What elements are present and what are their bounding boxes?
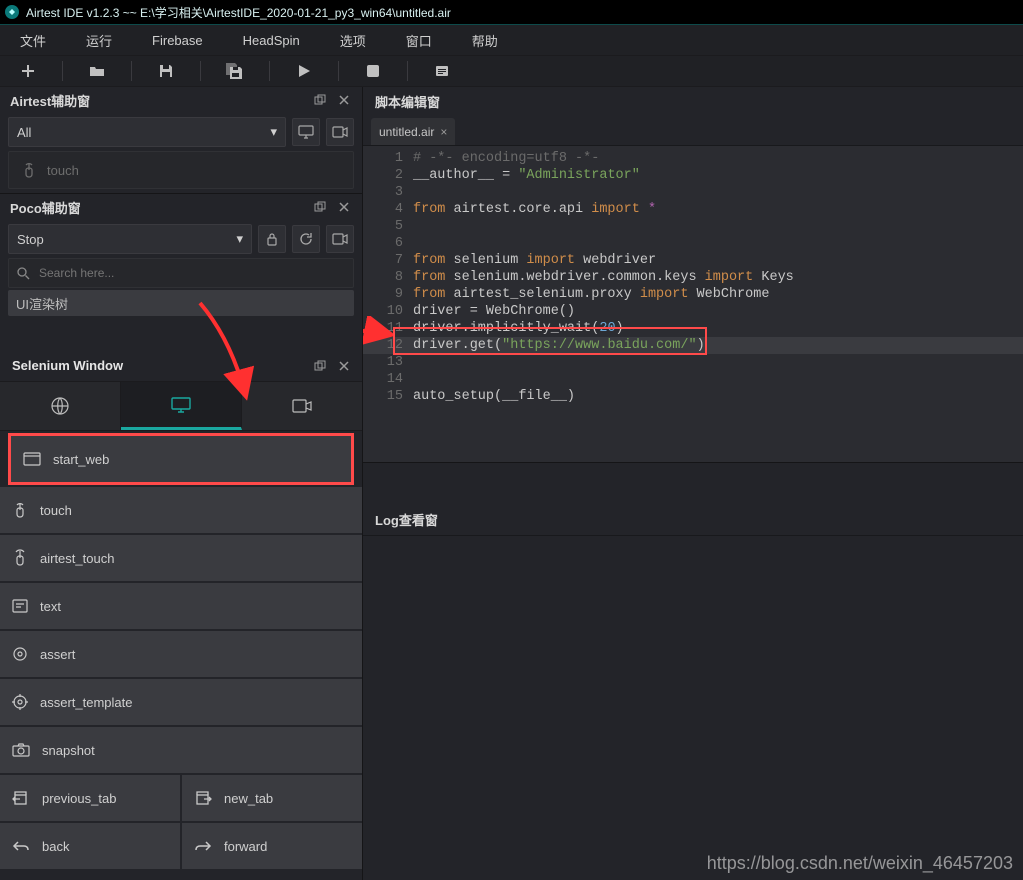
lock-button[interactable] [258, 225, 286, 253]
cmd-start-web[interactable]: start_web [11, 436, 351, 482]
text-icon [12, 599, 28, 613]
undock-icon[interactable] [312, 358, 328, 374]
airtest-touch-cmd[interactable]: touch [8, 151, 354, 189]
log-panel: Log查看窗 [363, 462, 1023, 880]
selenium-panel-header: Selenium Window [0, 348, 362, 379]
window-title: Airtest IDE v1.2.3 ~~ E:\学习相关\AirtestIDE… [26, 4, 451, 21]
prev-tab-icon [12, 791, 30, 805]
poco-search[interactable] [8, 258, 354, 288]
record-button[interactable] [326, 118, 354, 146]
close-icon[interactable] [336, 358, 352, 374]
poco-panel-header: Poco辅助窗 [0, 194, 362, 220]
menu-run[interactable]: 运行 [66, 25, 132, 55]
new-tab-icon [194, 791, 212, 805]
cmd-airtest-touch[interactable]: airtest_touch [0, 535, 362, 581]
menu-options[interactable]: 选项 [320, 25, 386, 55]
save-all-button[interactable] [207, 56, 263, 86]
camera-icon [12, 743, 30, 757]
target-icon [12, 694, 28, 710]
chevron-down-icon: ▾ [236, 231, 243, 247]
highlight-line-12 [393, 327, 707, 355]
touch-icon [12, 501, 28, 519]
stop-button[interactable] [345, 56, 401, 86]
browser-icon [23, 452, 41, 466]
target-icon [12, 646, 28, 662]
device-screen-button[interactable] [292, 118, 320, 146]
cmd-assert-template[interactable]: assert_template [0, 679, 362, 725]
menu-help[interactable]: 帮助 [452, 25, 518, 55]
cmd-new-tab[interactable]: new_tab [182, 775, 362, 821]
new-file-button[interactable] [0, 56, 56, 86]
editor-tabs: untitled.air × [363, 115, 1023, 146]
menu-window[interactable]: 窗口 [386, 25, 452, 55]
poco-ui-root[interactable]: UI渲染树 [8, 290, 354, 316]
poco-search-input[interactable] [37, 265, 353, 281]
tool-bar [0, 56, 1023, 87]
undock-icon[interactable] [312, 92, 328, 108]
close-icon[interactable] [336, 199, 352, 215]
poco-record-button[interactable] [326, 225, 354, 253]
window-title-bar: Airtest IDE v1.2.3 ~~ E:\学习相关\AirtestIDE… [0, 0, 1023, 25]
touch-icon [12, 549, 28, 567]
poco-mode-select[interactable]: Stop ▾ [8, 224, 252, 254]
menu-headspin[interactable]: HeadSpin [223, 25, 320, 55]
menu-file[interactable]: 文件 [0, 25, 66, 55]
monitor-icon [170, 396, 192, 414]
search-icon [9, 266, 37, 280]
cmd-previous-tab[interactable]: previous_tab [0, 775, 182, 821]
cmd-text[interactable]: text [0, 583, 362, 629]
touch-icon [21, 161, 37, 179]
airtest-panel-header: Airtest辅助窗 [0, 87, 362, 113]
refresh-button[interactable] [292, 225, 320, 253]
cmd-touch[interactable]: touch [0, 487, 362, 533]
camera-icon [291, 398, 313, 414]
cmd-snapshot[interactable]: snapshot [0, 727, 362, 773]
menu-firebase[interactable]: Firebase [132, 25, 223, 55]
airtest-filter-select[interactable]: All ▾ [8, 117, 286, 147]
forward-icon [194, 840, 212, 852]
undock-icon[interactable] [312, 199, 328, 215]
report-button[interactable] [414, 56, 470, 86]
app-icon [4, 4, 26, 20]
globe-icon [50, 396, 70, 416]
highlight-start-web: start_web [8, 433, 354, 485]
editor-tab[interactable]: untitled.air × [371, 118, 455, 145]
save-button[interactable] [138, 56, 194, 86]
code-editor[interactable]: 1# -*- encoding=utf8 -*- 2__author__ = "… [363, 146, 1023, 462]
cmd-back[interactable]: back [0, 823, 182, 869]
open-file-button[interactable] [69, 56, 125, 86]
selenium-tab-web[interactable] [0, 382, 121, 430]
cmd-forward[interactable]: forward [182, 823, 362, 869]
menu-bar: 文件 运行 Firebase HeadSpin 选项 窗口 帮助 [0, 25, 1023, 56]
watermark: https://blog.csdn.net/weixin_46457203 [707, 853, 1013, 874]
selenium-tab-record[interactable] [242, 382, 362, 430]
close-icon[interactable] [336, 92, 352, 108]
back-icon [12, 840, 30, 852]
selenium-tabs [0, 381, 362, 431]
editor-panel-header: 脚本编辑窗 [363, 87, 1023, 115]
cmd-assert[interactable]: assert [0, 631, 362, 677]
log-panel-header: Log查看窗 [363, 503, 1023, 536]
close-tab-icon[interactable]: × [440, 125, 447, 139]
run-button[interactable] [276, 56, 332, 86]
chevron-down-icon: ▾ [270, 124, 277, 140]
selenium-tab-screen[interactable] [121, 382, 242, 430]
